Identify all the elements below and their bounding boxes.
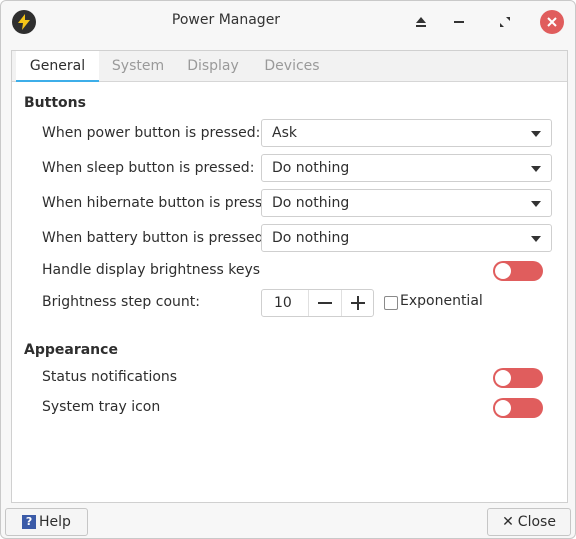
sleep-button-label: When sleep button is pressed:: [42, 160, 255, 176]
title-bar: Power Manager: [1, 1, 575, 43]
system-tray-toggle[interactable]: [493, 398, 543, 418]
power-button-combo[interactable]: Ask: [261, 119, 552, 147]
help-button[interactable]: ? Help: [5, 508, 88, 536]
buttons-section-title: Buttons: [24, 95, 86, 111]
chevron-down-icon: [531, 201, 541, 207]
toggle-knob: [495, 370, 511, 386]
toggle-knob: [495, 263, 511, 279]
brightness-step-value: 10: [274, 295, 292, 311]
close-icon: ✕: [502, 514, 514, 530]
tab-system[interactable]: System: [101, 51, 175, 81]
tab-devices[interactable]: Devices: [253, 51, 331, 81]
hibernate-button-value: Do nothing: [272, 195, 350, 211]
sleep-button-value: Do nothing: [272, 160, 350, 176]
battery-button-combo[interactable]: Do nothing: [261, 224, 552, 252]
power-button-value: Ask: [272, 125, 297, 141]
battery-button-label: When battery button is pressed:: [42, 230, 269, 246]
eject-icon[interactable]: [409, 10, 433, 34]
chevron-down-icon: [531, 131, 541, 137]
brightness-step-spinbox[interactable]: 10: [261, 289, 374, 317]
system-tray-label: System tray icon: [42, 399, 161, 415]
status-notifications-toggle[interactable]: [493, 368, 543, 388]
power-manager-window: Power Manager General System Display Dev…: [0, 0, 576, 539]
hibernate-button-combo[interactable]: Do nothing: [261, 189, 552, 217]
tab-bar: General System Display Devices: [12, 51, 567, 82]
close-icon[interactable]: [540, 10, 564, 34]
appearance-section-title: Appearance: [24, 342, 118, 358]
help-button-label: Help: [39, 514, 71, 530]
exponential-label: Exponential: [400, 293, 483, 309]
tab-general[interactable]: General: [16, 51, 99, 82]
decrement-button[interactable]: [308, 290, 341, 316]
increment-button[interactable]: [341, 290, 374, 316]
power-button-label: When power button is pressed:: [42, 125, 261, 141]
tab-display[interactable]: Display: [177, 51, 249, 81]
status-notifications-label: Status notifications: [42, 369, 178, 385]
close-button[interactable]: ✕ Close: [487, 508, 571, 536]
restore-icon[interactable]: [493, 10, 517, 34]
close-button-label: Close: [517, 514, 556, 530]
minus-icon: [318, 302, 332, 304]
settings-notebook: General System Display Devices Buttons W…: [11, 50, 568, 503]
chevron-down-icon: [531, 236, 541, 242]
help-icon: ?: [22, 515, 37, 529]
minimize-icon[interactable]: [447, 10, 471, 34]
brightness-keys-toggle[interactable]: [493, 261, 543, 281]
hibernate-button-label: When hibernate button is pressed:: [42, 195, 285, 211]
chevron-down-icon: [531, 166, 541, 172]
sleep-button-combo[interactable]: Do nothing: [261, 154, 552, 182]
brightness-keys-label: Handle display brightness keys: [42, 262, 261, 278]
exponential-checkbox[interactable]: [384, 296, 398, 310]
brightness-step-label: Brightness step count:: [42, 294, 200, 310]
toggle-knob: [495, 400, 511, 416]
plus-icon: [351, 296, 365, 310]
window-title: Power Manager: [171, 12, 281, 28]
battery-button-value: Do nothing: [272, 230, 350, 246]
